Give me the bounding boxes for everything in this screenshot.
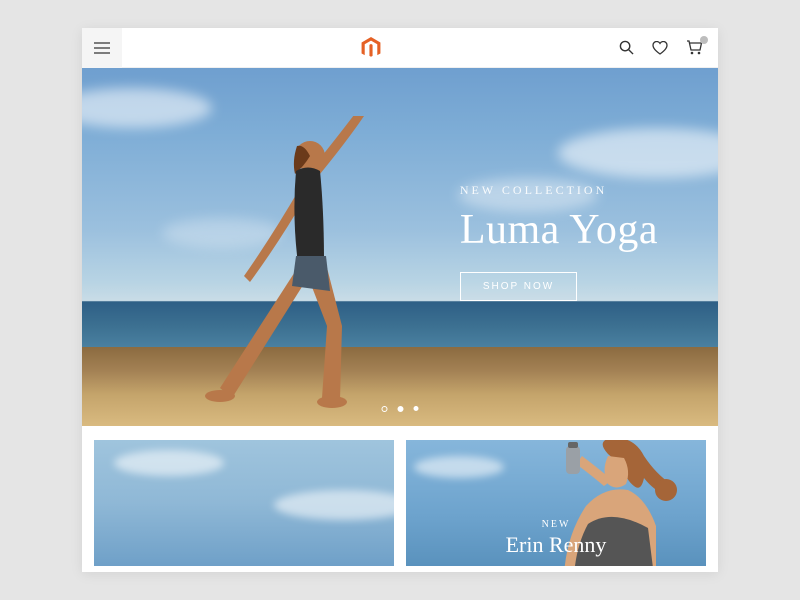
wishlist-button[interactable]: [652, 41, 668, 55]
heart-icon: [652, 41, 668, 55]
promo-card-2[interactable]: NEW Erin Renny: [406, 440, 706, 566]
cloud-decoration: [114, 450, 224, 476]
top-actions: [619, 40, 710, 55]
search-icon: [619, 40, 634, 55]
magento-logo-icon: [361, 37, 381, 59]
carousel-dot-2[interactable]: [398, 406, 404, 412]
card-title: Erin Renny: [406, 532, 706, 558]
hero-eyebrow: NEW COLLECTION: [460, 183, 658, 198]
yoga-figure: [192, 116, 422, 416]
hero-text: NEW COLLECTION Luma Yoga SHOP NOW: [460, 183, 658, 301]
carousel-dot-3[interactable]: [414, 406, 419, 411]
search-button[interactable]: [619, 40, 634, 55]
cart-button[interactable]: [686, 40, 702, 55]
shop-now-button[interactable]: SHOP NOW: [460, 272, 577, 301]
hero-title: Luma Yoga: [460, 206, 658, 254]
menu-button[interactable]: [82, 28, 122, 68]
promo-card-1[interactable]: [94, 440, 394, 566]
logo[interactable]: [361, 37, 381, 59]
card-eyebrow: NEW: [406, 519, 706, 530]
cloud-decoration: [414, 456, 504, 478]
carousel-dots: [382, 406, 419, 412]
cart-icon: [686, 40, 702, 55]
carousel-dot-1[interactable]: [382, 406, 388, 412]
site-frame: NEW COLLECTION Luma Yoga SHOP NOW: [82, 28, 718, 572]
promo-cards: NEW Erin Renny: [82, 426, 718, 566]
hero-banner: NEW COLLECTION Luma Yoga SHOP NOW: [82, 68, 718, 426]
hamburger-icon: [94, 42, 110, 54]
card-text: NEW Erin Renny: [406, 519, 706, 558]
cart-badge: [700, 36, 708, 44]
topbar: [82, 28, 718, 68]
